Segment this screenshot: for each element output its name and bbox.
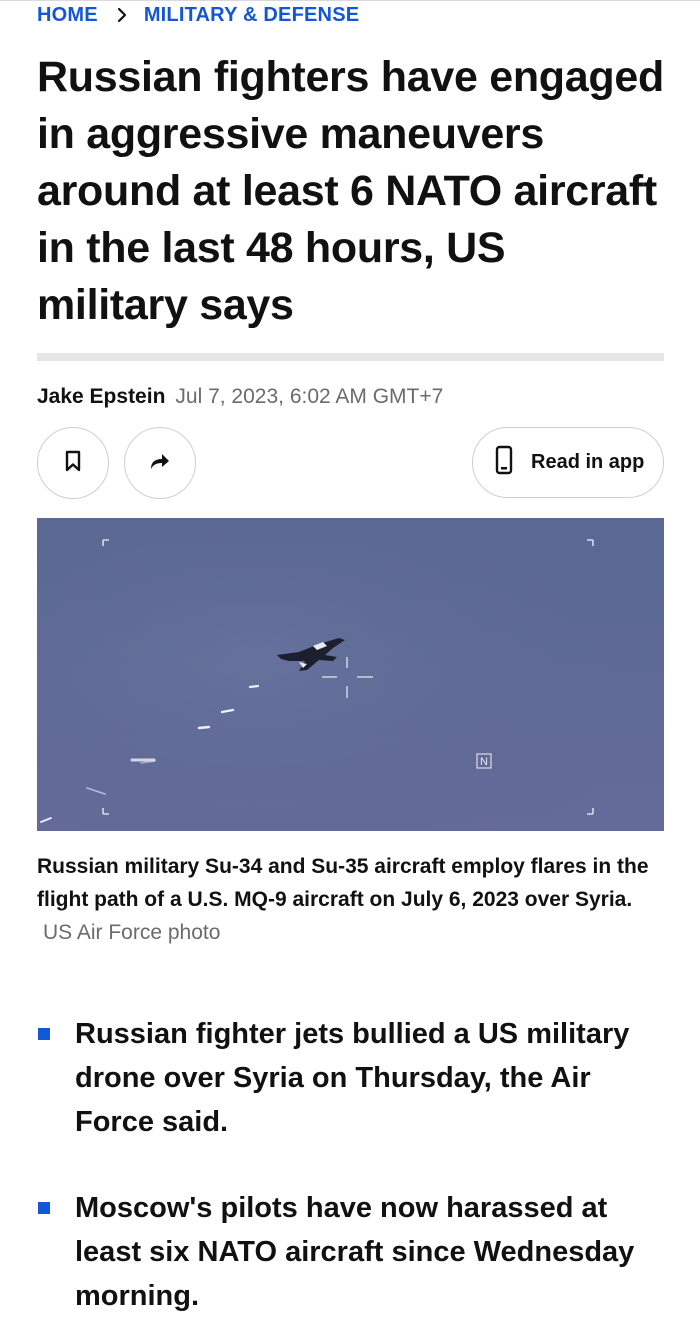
key-point-text: Moscow's pilots have now harassed at lea… <box>75 1192 635 1312</box>
publish-date: Jul 7, 2023, 6:02 AM GMT+7 <box>175 385 444 408</box>
photo-caption: Russian military Su-34 and Su-35 aircraf… <box>37 850 662 949</box>
read-in-app-button[interactable]: Read in app <box>472 427 664 498</box>
author-name[interactable]: Jake Epstein <box>37 385 165 409</box>
photo-credit: US Air Force photo <box>43 921 221 944</box>
breadcrumb: HOME MILITARY & DEFENSE <box>37 2 359 28</box>
svg-text:N: N <box>480 756 488 768</box>
phone-icon <box>495 445 513 480</box>
read-in-app-label: Read in app <box>531 451 645 473</box>
headline-divider <box>37 353 664 361</box>
byline: Jake Epstein Jul 7, 2023, 6:02 AM GMT+7 <box>37 385 443 409</box>
bookmark-button[interactable] <box>37 427 109 499</box>
key-point-text: Russian fighter jets bullied a US milita… <box>75 1018 630 1138</box>
article-photo[interactable]: N <box>37 518 664 831</box>
breadcrumb-section-link[interactable]: MILITARY & DEFENSE <box>144 4 359 27</box>
breadcrumb-home-link[interactable]: HOME <box>37 4 98 27</box>
key-points-list: Russian fighter jets bullied a US milita… <box>37 1012 667 1318</box>
bookmark-icon <box>63 450 83 477</box>
square-bullet-icon <box>38 1028 50 1040</box>
article-headline: Russian fighters have engaged in aggress… <box>37 53 664 329</box>
share-button[interactable] <box>124 427 196 499</box>
top-border <box>0 0 700 1</box>
chevron-right-icon <box>116 7 128 23</box>
key-point-item: Russian fighter jets bullied a US milita… <box>37 1012 667 1144</box>
caption-text: Russian military Su-34 and Su-35 aircraf… <box>37 855 649 911</box>
share-arrow-icon <box>147 450 173 477</box>
key-point-item: Moscow's pilots have now harassed at lea… <box>37 1186 667 1318</box>
square-bullet-icon <box>38 1202 50 1214</box>
